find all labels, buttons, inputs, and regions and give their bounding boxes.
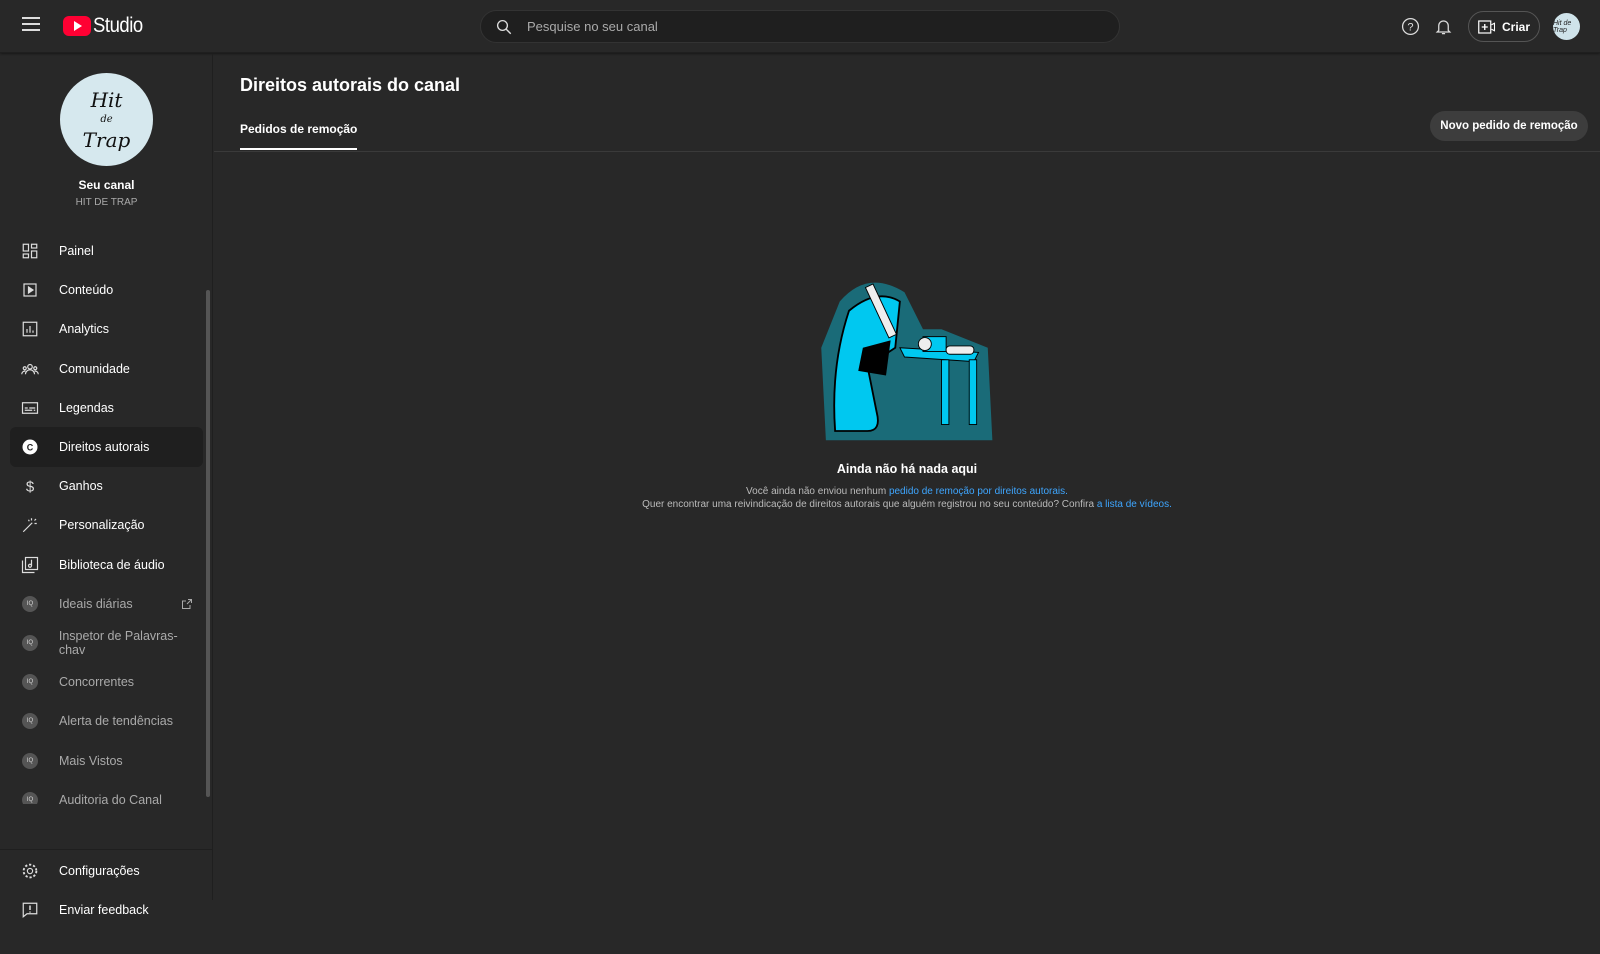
channel-name: HIT DE TRAP — [75, 197, 138, 208]
sidebar-item-conteudo[interactable]: Conteúdo — [10, 270, 203, 310]
tab-removal-requests[interactable]: Pedidos de remoção — [240, 122, 358, 150]
sidebar-item-ganhos[interactable]: $ Ganhos — [10, 466, 203, 506]
subtitles-icon — [21, 399, 39, 417]
main-content: Direitos autorais do canal Pedidos de re… — [214, 54, 1600, 900]
svg-text:?: ? — [1407, 21, 1413, 33]
magic-wand-icon — [21, 516, 39, 534]
svg-text:C: C — [27, 442, 34, 452]
sidebar-nav: Painel Conteúdo Analytics Comunidade Legenda… — [0, 226, 213, 804]
analytics-icon — [21, 320, 39, 338]
extension-icon: IQ — [21, 673, 39, 691]
sidebar-scrollbar[interactable] — [206, 290, 210, 797]
sidebar-item-concorrentes[interactable]: IQ Concorrentes — [10, 662, 203, 702]
extension-icon: IQ — [21, 712, 39, 730]
sidebar-item-alerta-de-tendencias[interactable]: IQ Alerta de tendências — [10, 701, 203, 741]
extension-icon: IQ — [21, 791, 39, 804]
search-bar[interactable] — [480, 10, 1120, 43]
empty-state: Ainda não há nada aqui Você ainda não en… — [214, 462, 1600, 511]
dollar-icon: $ — [21, 477, 39, 495]
sidebar-item-painel[interactable]: Painel — [10, 231, 203, 271]
content-icon — [21, 281, 39, 299]
channel-title: Seu canal — [78, 178, 135, 192]
new-removal-request-button[interactable]: Novo pedido de remoção — [1430, 111, 1588, 141]
svg-text:$: $ — [26, 478, 35, 495]
account-avatar[interactable]: Hit de Trap — [1553, 13, 1580, 40]
extension-icon: IQ — [21, 595, 39, 613]
top-bar: Studio ? Criar Hit de Trap — [0, 0, 1600, 53]
channel-avatar[interactable]: Hit de Trap — [60, 73, 153, 166]
audio-library-icon — [21, 556, 39, 574]
feedback-icon — [21, 901, 39, 919]
page-title: Direitos autorais do canal — [240, 75, 461, 95]
copyright-icon: C — [21, 438, 39, 456]
sidebar-item-comunidade[interactable]: Comunidade — [10, 349, 203, 389]
search-input[interactable] — [527, 19, 1087, 34]
community-icon — [21, 360, 39, 378]
help-icon[interactable]: ? — [1401, 17, 1420, 36]
extension-icon: IQ — [21, 752, 39, 770]
gear-icon — [21, 862, 39, 880]
sidebar-bottom: Configurações Enviar feedback — [0, 849, 213, 954]
empty-state-line2: Quer encontrar uma reivindicação de dire… — [642, 499, 1172, 510]
external-link-icon — [182, 598, 192, 609]
sidebar-item-personalizacao[interactable]: Personalização — [10, 505, 203, 545]
studio-logo[interactable]: Studio — [63, 14, 150, 38]
empty-state-illustration — [821, 282, 993, 441]
bell-icon[interactable] — [1434, 17, 1453, 36]
sidebar-item-settings[interactable]: Configurações — [10, 851, 203, 891]
sidebar-item-analytics[interactable]: Analytics — [10, 309, 203, 349]
sidebar-item-ideais-diarias[interactable]: IQ Ideais diárias — [10, 584, 203, 624]
empty-state-title: Ainda não há nada aqui — [836, 462, 978, 476]
sidebar-item-legendas[interactable]: Legendas — [10, 388, 203, 428]
extension-icon: IQ — [21, 634, 39, 652]
removal-request-link[interactable]: pedido de remoção por direitos autorais. — [889, 486, 1068, 497]
sidebar-item-feedback[interactable]: Enviar feedback — [10, 890, 203, 930]
menu-icon[interactable] — [22, 17, 40, 31]
sidebar: Hit de Trap Seu canal HIT DE TRAP Painel Co… — [0, 54, 213, 918]
sidebar-item-biblioteca-de-audio[interactable]: Biblioteca de áudio — [10, 545, 203, 585]
empty-state-line1: Você ainda não enviou nenhum pedido de r… — [746, 486, 1068, 497]
tab-divider — [214, 151, 1600, 152]
search-icon — [496, 19, 512, 34]
sidebar-item-auditoria-do-canal[interactable]: IQ Auditoria do Canal — [10, 780, 203, 804]
video-list-link[interactable]: a lista de vídeos. — [1097, 499, 1172, 510]
dashboard-icon — [21, 242, 39, 260]
youtube-play-icon — [63, 16, 91, 36]
video-plus-icon — [1478, 19, 1496, 34]
sidebar-item-mais-vistos[interactable]: IQ Mais Vistos — [10, 741, 203, 781]
sidebar-item-inspetor-de-palavras-chav[interactable]: IQ Inspetor de Palavras-chav — [10, 623, 203, 663]
sidebar-item-direitos-autorais[interactable]: C Direitos autorais — [10, 427, 203, 467]
create-button[interactable]: Criar — [1468, 11, 1540, 42]
